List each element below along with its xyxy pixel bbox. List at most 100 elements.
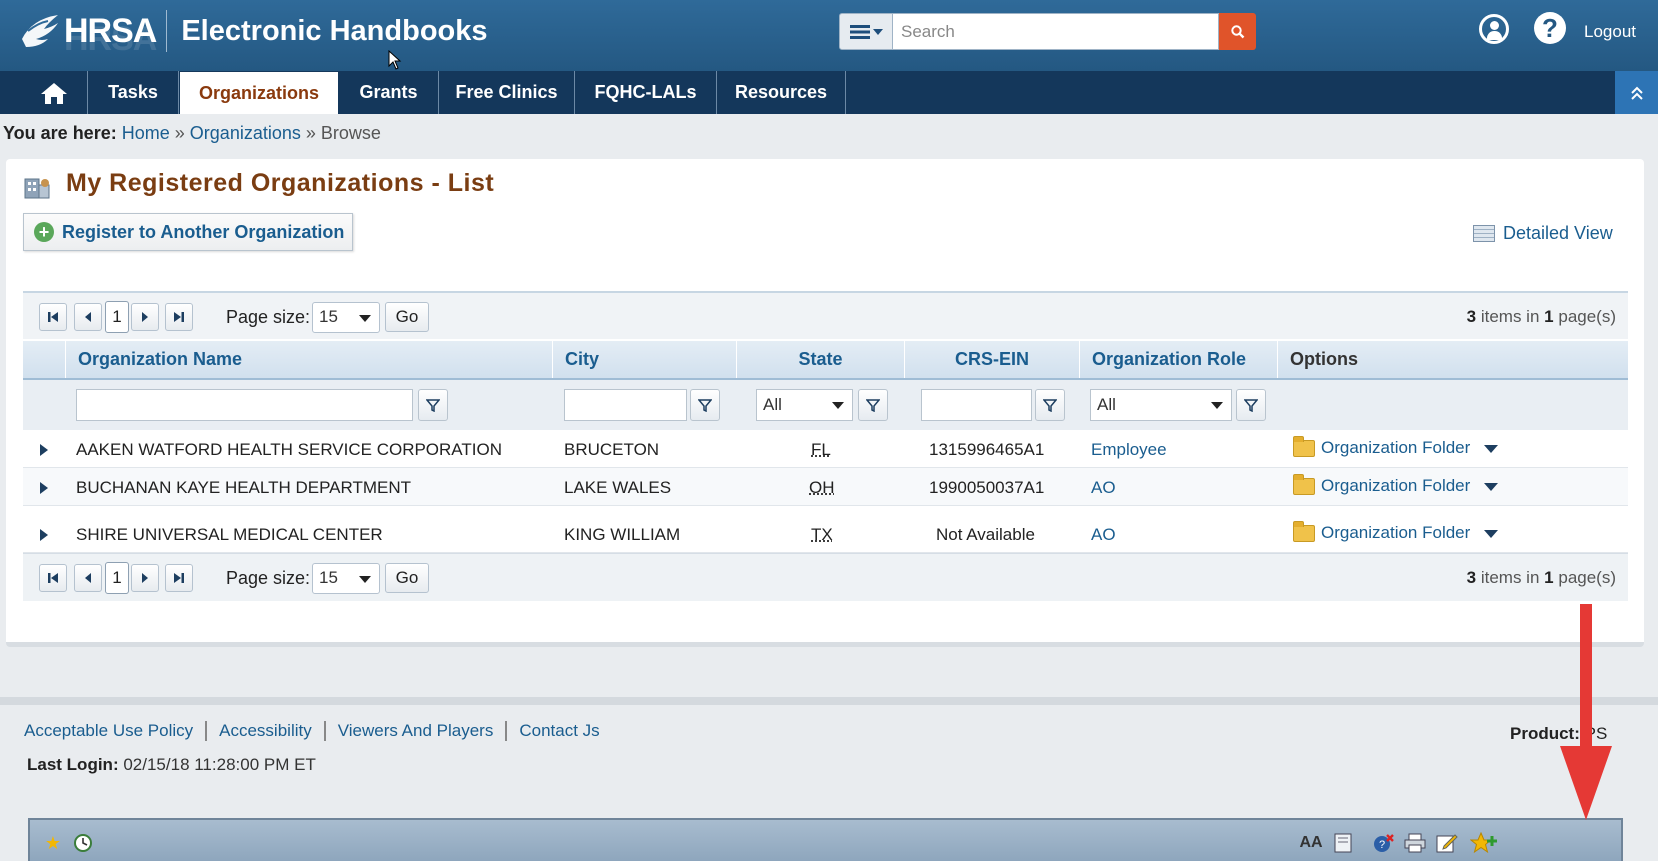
options-dropdown-icon[interactable] [1484, 483, 1498, 491]
page-size-label: Page size: [226, 307, 311, 327]
double-chevron-up-icon [1630, 86, 1643, 100]
expand-row-icon[interactable] [40, 482, 48, 494]
edit-note-icon[interactable] [1436, 832, 1458, 854]
breadcrumb-current: Browse [320, 123, 381, 143]
building-icon [24, 178, 50, 199]
go-button[interactable]: Go [385, 563, 429, 593]
state-cell: OH [809, 478, 835, 497]
role-filter-select[interactable]: All [1090, 389, 1232, 421]
last-login: Last Login: 02/15/18 11:28:00 PM ET [27, 755, 316, 775]
help-close-icon[interactable]: ? [1373, 832, 1395, 854]
accessibility-link[interactable]: Accessibility [207, 721, 326, 741]
previous-page-button[interactable] [74, 564, 102, 592]
state-filter-select[interactable]: All [756, 389, 853, 421]
contact-us-link[interactable]: Contact Js [507, 721, 611, 741]
last-page-button[interactable] [165, 564, 193, 592]
breadcrumb-home[interactable]: Home [122, 123, 170, 143]
page-size-label: Page size: [226, 568, 311, 588]
organization-folder-link[interactable]: Organization Folder [1293, 473, 1470, 496]
add-favorite-icon[interactable] [1470, 832, 1500, 854]
crs-ein-cell: 1315996465A1 [929, 440, 1045, 459]
page-size-select[interactable]: 15 [312, 563, 380, 594]
organization-folder-link[interactable]: Organization Folder [1293, 435, 1470, 458]
breadcrumb-separator: » [305, 123, 316, 143]
next-page-button[interactable] [131, 564, 159, 592]
page-number-button[interactable]: 1 [105, 562, 129, 594]
last-page-button[interactable] [165, 303, 193, 331]
previous-page-button[interactable] [74, 303, 102, 331]
search-button[interactable] [1219, 13, 1256, 50]
options-dropdown-icon[interactable] [1484, 530, 1498, 538]
first-page-button[interactable] [39, 564, 67, 592]
pages-text: page(s) [1558, 568, 1616, 587]
history-clock-icon[interactable] [72, 832, 94, 854]
nav-fqhc-lals[interactable]: FQHC-LALs [575, 71, 717, 114]
city-filter-input[interactable] [564, 389, 687, 421]
item-count: 3 [1466, 307, 1477, 326]
city-cell: LAKE WALES [564, 478, 672, 497]
nav-home[interactable] [20, 71, 88, 114]
crs-ein-filter-input[interactable] [921, 389, 1032, 421]
organization-role-cell: AO [1091, 478, 1116, 497]
acceptable-use-policy-link[interactable]: Acceptable Use Policy [24, 721, 208, 741]
eagle-icon [22, 15, 58, 47]
last-page-icon [174, 573, 184, 583]
column-header-organization-role[interactable]: Organization Role [1079, 341, 1277, 378]
logout-link[interactable]: Logout [1584, 22, 1636, 42]
crs-ein-filter-button[interactable] [1035, 389, 1065, 421]
organization-name-filter-input[interactable] [76, 389, 413, 421]
chevron-down-icon [872, 28, 883, 35]
page-number-button[interactable]: 1 [105, 301, 129, 333]
breadcrumb-organizations[interactable]: Organizations [190, 123, 301, 143]
nav-free-clinics[interactable]: Free Clinics [439, 71, 575, 114]
nav-resources[interactable]: Resources [717, 71, 846, 114]
register-organization-button[interactable]: + Register to Another Organization [23, 213, 353, 251]
pages-text: page(s) [1558, 307, 1616, 326]
city-cell: KING WILLIAM [564, 525, 681, 544]
organization-folder-label: Organization Folder [1321, 523, 1471, 542]
print-icon[interactable] [1404, 832, 1426, 854]
nav-tasks[interactable]: Tasks [88, 71, 179, 114]
search-bar [839, 13, 1256, 50]
folder-icon [1293, 435, 1315, 457]
pager-info: 3 items in 1 page(s) [1467, 568, 1616, 588]
next-page-button[interactable] [131, 303, 159, 331]
state-filter-button[interactable] [858, 389, 888, 421]
favorite-star-icon[interactable]: ★ [42, 832, 64, 854]
organization-name-cell: BUCHANAN KAYE HEALTH DEPARTMENT [76, 478, 412, 497]
role-filter-button[interactable] [1236, 389, 1266, 421]
options-dropdown-icon[interactable] [1484, 445, 1498, 453]
organization-folder-link[interactable]: Organization Folder [1293, 520, 1471, 543]
go-button[interactable]: Go [385, 302, 429, 332]
search-input[interactable] [893, 13, 1219, 50]
main-nav: Tasks Organizations Grants Free Clinics … [0, 71, 1658, 114]
expand-row-icon[interactable] [40, 444, 48, 456]
viewers-and-players-link[interactable]: Viewers And Players [326, 721, 508, 741]
breadcrumb-prefix: You are here: [3, 123, 117, 143]
column-header-organization-name[interactable]: Organization Name [65, 341, 552, 378]
organization-role-cell: AO [1091, 525, 1116, 544]
column-header-state[interactable]: State [736, 341, 904, 378]
organization-name-filter-button[interactable] [418, 389, 448, 421]
page-count: 1 [1544, 307, 1554, 326]
search-menu-button[interactable] [839, 13, 893, 50]
page-layout-icon[interactable] [1332, 832, 1354, 854]
column-header-crs-ein[interactable]: CRS-EIN [904, 341, 1079, 378]
text-size-icon[interactable]: AA [1299, 832, 1322, 854]
expand-row-icon[interactable] [40, 529, 48, 541]
column-header-city[interactable]: City [552, 341, 736, 378]
city-filter-button[interactable] [690, 389, 720, 421]
state-cell: TX [811, 525, 833, 544]
grid-filter-row: All All [23, 380, 1628, 430]
help-icon[interactable]: ? [1534, 12, 1566, 44]
chevron-down-icon [832, 402, 844, 409]
nav-grants[interactable]: Grants [339, 71, 439, 114]
first-page-button[interactable] [39, 303, 67, 331]
hamburger-icon [849, 24, 870, 39]
detailed-view-link[interactable]: Detailed View [1473, 223, 1613, 244]
hrsa-logo[interactable]: HRSA Electronic Handbooks [18, 6, 488, 56]
collapse-nav-button[interactable] [1615, 71, 1658, 114]
nav-organizations[interactable]: Organizations [180, 72, 338, 114]
page-size-select[interactable]: 15 [312, 302, 380, 333]
user-profile-icon[interactable] [1479, 14, 1509, 44]
